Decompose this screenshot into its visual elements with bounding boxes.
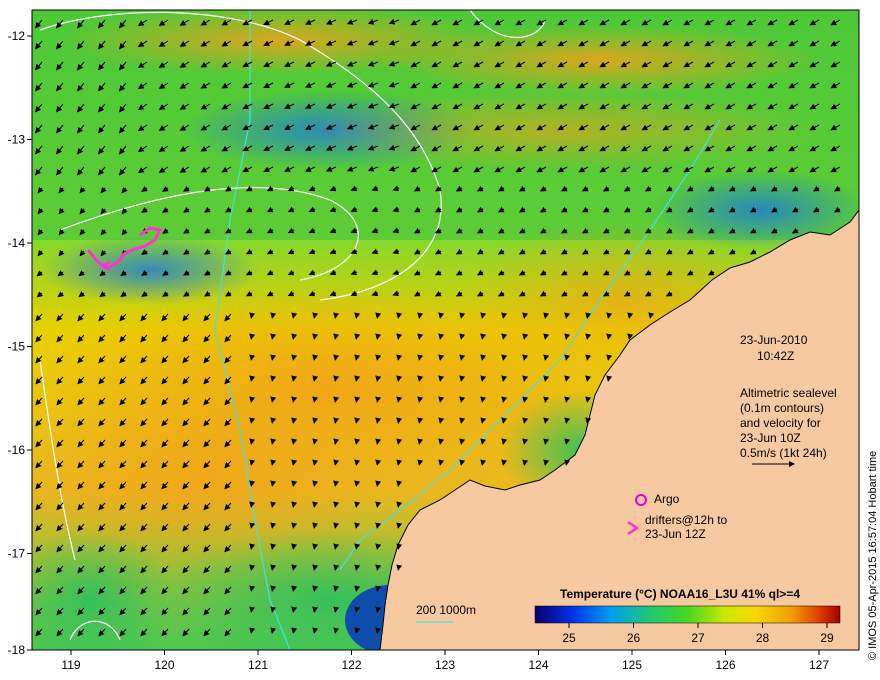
credit-text: © IMOS 05-Apr-2015 16:57:04 Hobart time [867, 451, 879, 660]
lat-tick-label: -14 [8, 236, 26, 250]
argo-label: Argo [654, 492, 680, 506]
drifter-label-line2: 23-Jun 12Z [645, 527, 706, 541]
lon-tick-label: 121 [248, 658, 268, 672]
lon-tick-label: 120 [154, 658, 174, 672]
colorbar-gradient [534, 605, 841, 624]
lon-tick-label: 119 [61, 658, 80, 672]
sst-map: 119 120 121 122 123 124 125 126 127 -12 -13 -14 -15 -… [8, 9, 879, 672]
lat-tick-label: -12 [8, 29, 26, 43]
bathy-label: 200 1000m [416, 603, 476, 617]
altimetry-line: Altimetric sealevel [740, 386, 837, 400]
colorbar-title: Temperature (°C) NOAA16_L3U 41% ql>=4 [560, 587, 800, 601]
altimetry-line: 23-Jun 10Z [740, 431, 801, 445]
lon-tick-label: 127 [809, 658, 829, 672]
lon-tick-label: 122 [341, 658, 361, 672]
lat-tick-label: -16 [8, 443, 26, 457]
lon-tick-label: 124 [528, 658, 548, 672]
colorbar-tick-label: 26 [627, 631, 641, 645]
lon-tick-label: 125 [622, 658, 642, 672]
altimetry-line: (0.1m contours) [740, 401, 824, 415]
altimetry-line: 0.5m/s (1kt 24h) [740, 446, 827, 460]
colorbar-tick-label: 29 [820, 631, 834, 645]
lon-tick-label: 123 [435, 658, 455, 672]
date-label-line1: 23-Jun-2010 [740, 333, 808, 347]
altimetry-line: and velocity for [740, 416, 821, 430]
colorbar-tick-label: 28 [756, 631, 770, 645]
colorbar-tick-label: 25 [562, 631, 576, 645]
lat-tick-label: -13 [8, 133, 26, 147]
lat-tick-label: -17 [8, 547, 26, 561]
lat-tick-label: -15 [8, 340, 26, 354]
date-label-line2: 10:42Z [757, 349, 794, 363]
lon-tick-label: 126 [715, 658, 735, 672]
colorbar-tick-label: 27 [691, 631, 705, 645]
lat-tick-label: -18 [8, 643, 26, 657]
drifter-label-line1: drifters@12h to [645, 513, 728, 527]
